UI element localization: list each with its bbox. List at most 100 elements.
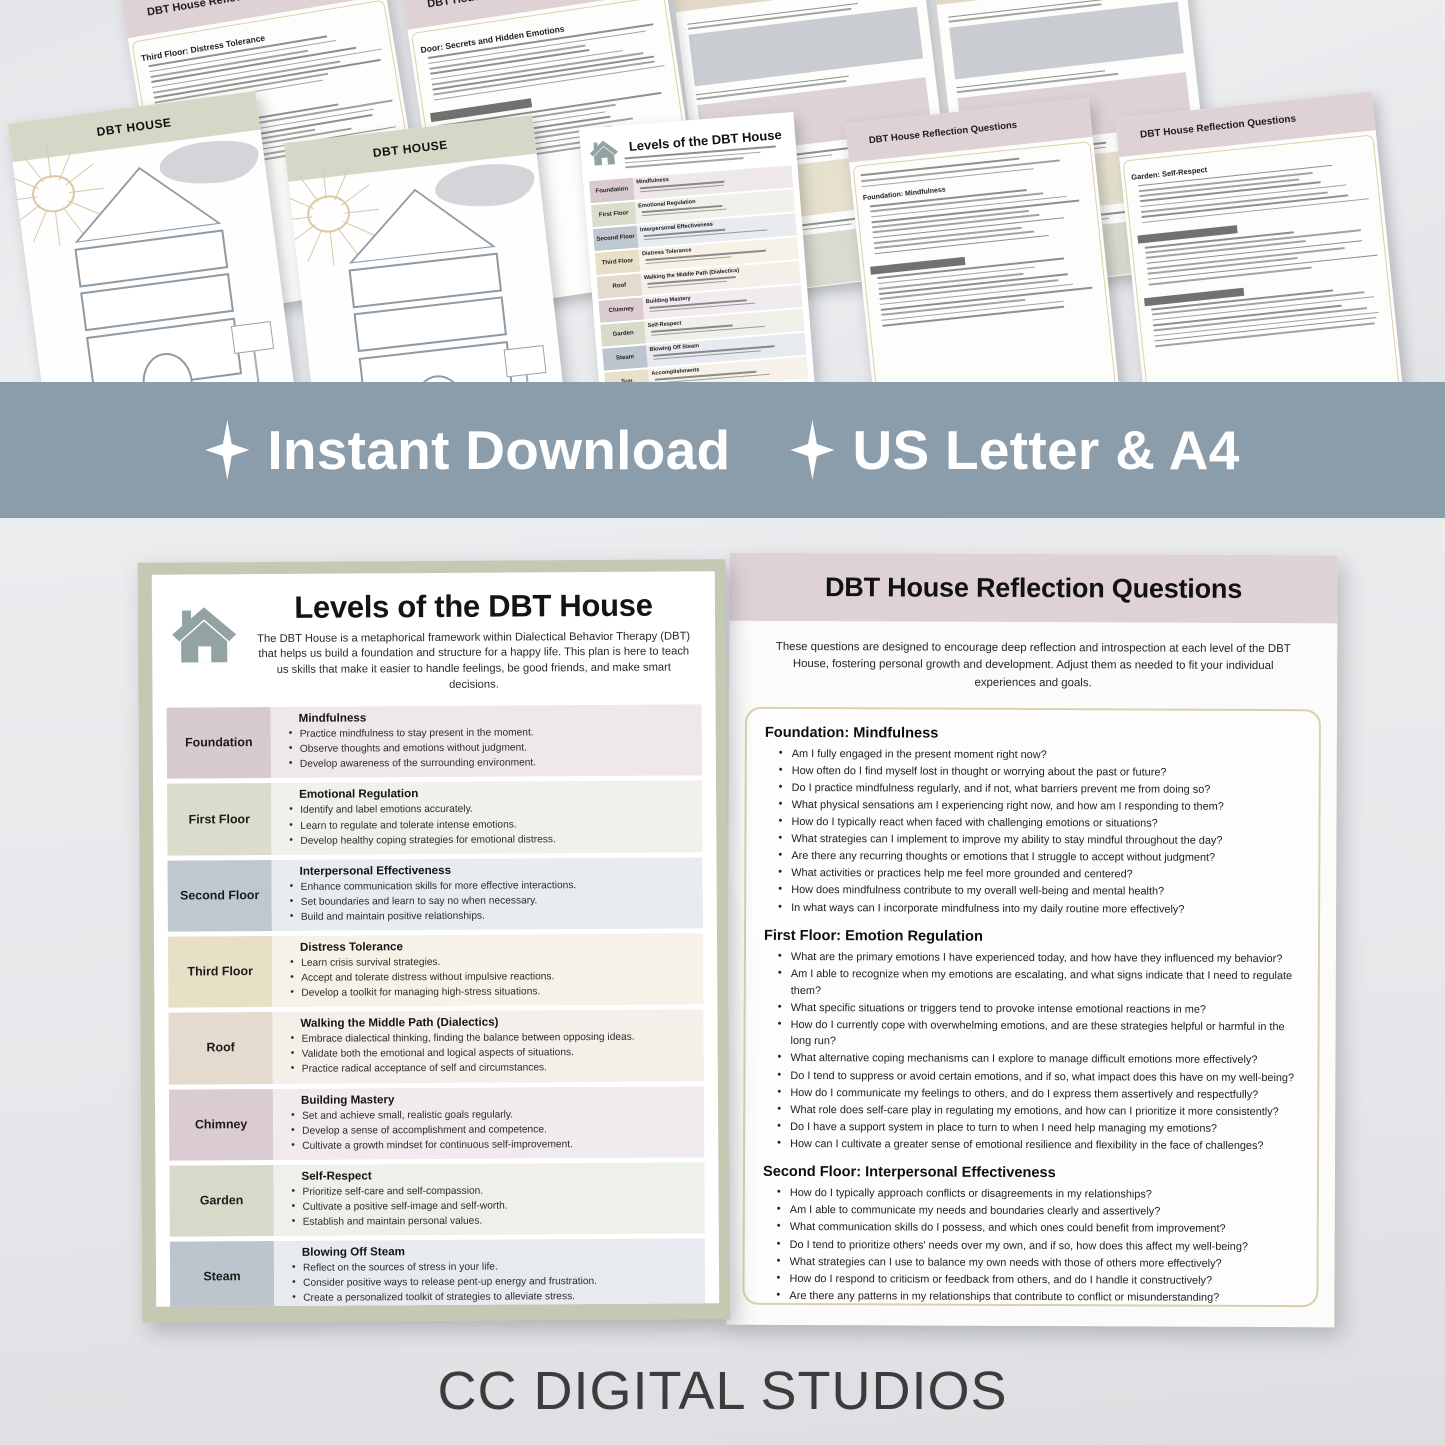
reflection-section-heading: Foundation: Mindfulness xyxy=(765,725,1303,743)
levels-of-the-dbt-house-page: Levels of the DBT House The DBT House is… xyxy=(138,559,731,1323)
worksheet-canvas xyxy=(13,130,295,382)
level-label: Roof xyxy=(168,1012,272,1084)
reflection-question: What alternative coping mechanisms can I… xyxy=(777,1050,1301,1069)
skill-bullet: Create a personalized toolkit of strateg… xyxy=(292,1289,697,1307)
reflection-question: What are the primary emotions I have exp… xyxy=(778,949,1302,968)
thumbnail-level-label: Sun xyxy=(604,369,650,382)
reflection-question-list: What are the primary emotions I have exp… xyxy=(763,949,1302,1155)
thumbnail-title: DBT HOUSE xyxy=(372,137,448,159)
level-label: Chimney xyxy=(169,1089,273,1161)
thumbnail-level-label: Garden xyxy=(600,321,646,346)
skill-title: Mindfulness xyxy=(289,710,694,725)
reflection-question: How do I communicate my feelings to othe… xyxy=(777,1084,1301,1103)
thumbnail-section-heading xyxy=(1137,225,1237,243)
thumbnail-panel: Foundation: Mindfulness xyxy=(852,141,1120,382)
skill-title: Distress Tolerance xyxy=(290,938,695,953)
thumbnail-level-label: Roof xyxy=(597,273,643,298)
reflection-question: What role does self-care play in regulat… xyxy=(777,1102,1301,1121)
level-content: Interpersonal EffectivenessEnhance commu… xyxy=(272,857,703,931)
collage-thumbnail: DBT House Reflection Questions Foundation… xyxy=(845,98,1120,382)
reflection-question: How do I build trust and maintain health… xyxy=(776,1305,1300,1308)
house-icon xyxy=(588,138,620,173)
level-label: Foundation xyxy=(167,707,271,779)
skill-bullet-list: Prioritize self-care and self-compassion… xyxy=(291,1182,696,1230)
reflection-section-heading: Second Floor: Interpersonal Effectivenes… xyxy=(763,1164,1301,1182)
thumbnail-panel: Garden: Self-Respect xyxy=(1123,134,1403,382)
sign-post xyxy=(525,375,531,382)
reflection-question: What activities or practices help me fee… xyxy=(778,865,1302,884)
page-intro: These questions are designed to encourag… xyxy=(729,621,1337,708)
level-row: Foundation MindfulnessPractice mindfulnes… xyxy=(167,705,702,780)
level-label: Second Floor xyxy=(168,860,272,932)
levels-page-header: Levels of the DBT House The DBT House is… xyxy=(166,585,702,707)
skill-bullet-list: Identify and label emotions accurately.L… xyxy=(289,801,694,849)
reflection-section: Second Floor: Interpersonal Effectivenes… xyxy=(762,1164,1301,1307)
reflection-question: Do I practice mindfulness regularly, and… xyxy=(779,780,1303,799)
sun-ray xyxy=(55,210,61,245)
skill-bullet: Develop a toolkit for managing high-stre… xyxy=(290,984,695,1002)
reflection-section: Foundation: Mindfulness Am I fully engage… xyxy=(764,725,1303,918)
level-row: GardenSelf-RespectPrioritize self-care a… xyxy=(169,1162,704,1237)
brand-footer: CC DIGITAL STUDIOS xyxy=(0,1336,1445,1445)
reflection-question: What strategies can I use to balance my … xyxy=(777,1253,1301,1272)
thumbnail-title: DBT House Reflection Questions xyxy=(1140,113,1297,140)
level-label: First Floor xyxy=(167,783,271,855)
levels-page-headtext: Levels of the DBT House The DBT House is… xyxy=(248,589,700,695)
banner-item-paper-size: US Letter & A4 xyxy=(790,418,1239,482)
skill-title: Blowing Off Steam xyxy=(292,1244,697,1259)
reflection-question: Am I fully engaged in the present moment… xyxy=(779,746,1303,765)
thumbnail-title: DBT House Reflection Questions xyxy=(868,120,1017,146)
level-label: Third Floor xyxy=(168,936,272,1008)
main-preview-stage: Levels of the DBT House The DBT House is… xyxy=(0,518,1445,1445)
reflection-question: How do I currently cope with overwhelmin… xyxy=(778,1017,1302,1052)
thumbnail-level-label: Third Floor xyxy=(595,250,641,275)
level-content: Distress ToleranceLearn crisis survival … xyxy=(272,933,703,1007)
reflection-question: Do I tend to prioritize others' needs ov… xyxy=(777,1236,1301,1255)
reflection-question: Are there any patterns in my relationshi… xyxy=(776,1288,1300,1307)
level-content: Blowing Off SteamReflect on the sources … xyxy=(274,1238,705,1306)
thumbnail-level-label: Foundation xyxy=(589,178,635,203)
thumbnail-headtext: Levels of the DBT House xyxy=(623,127,789,168)
reflection-question: Am I able to recognize when my emotions … xyxy=(778,966,1302,1001)
skill-bullet-list: Enhance communication skills for more ef… xyxy=(290,877,695,925)
reflection-question-list: Am I fully engaged in the present moment… xyxy=(764,746,1303,918)
skill-bullet: Develop healthy coping strategies for em… xyxy=(289,831,694,849)
level-label: Steam xyxy=(170,1241,274,1307)
skill-bullet: Build and maintain positive relationship… xyxy=(290,907,695,925)
reflection-question: What specific situations or triggers ten… xyxy=(778,1000,1302,1019)
levels-table: Foundation MindfulnessPractice mindfulnes… xyxy=(167,705,707,1307)
skill-bullet: Cultivate a growth mindset for continuou… xyxy=(291,1136,696,1154)
reflection-title-band: DBT House Reflection Questions xyxy=(729,553,1337,624)
skill-bullet: Develop awareness of the surrounding env… xyxy=(289,755,694,773)
page-title: DBT House Reflection Questions xyxy=(825,572,1242,605)
reflection-question: Am I able to communicate my needs and bo… xyxy=(777,1202,1301,1221)
sign-shape xyxy=(231,320,274,354)
reflection-panel: Foundation: Mindfulness Am I fully engage… xyxy=(742,707,1321,1308)
reflection-question: Do I tend to suppress or avoid certain e… xyxy=(777,1067,1301,1086)
worksheet-canvas xyxy=(288,154,566,382)
sign-post xyxy=(253,351,260,382)
level-content: Walking the Middle Path (Dialectics)Embr… xyxy=(272,1010,703,1084)
reflection-question: What physical sensations am I experienci… xyxy=(779,797,1303,816)
skill-bullet-list: Practice mindfulness to stay present in … xyxy=(289,725,694,773)
sun-ray xyxy=(308,229,323,261)
level-content: Emotional RegulationIdentify and label e… xyxy=(271,781,702,855)
skill-bullet: Establish and maintain personal values. xyxy=(292,1212,697,1230)
level-row: Second FloorInterpersonal EffectivenessE… xyxy=(168,857,703,932)
thumbnail-level-label: Steam xyxy=(602,345,648,370)
collage-thumbnail: DBT House Reflection Questions Garden: Se… xyxy=(1115,91,1403,382)
level-content: Self-RespectPrioritize self-care and sel… xyxy=(273,1162,704,1236)
sun-ray xyxy=(330,230,335,265)
collage-thumbnail: DBT HOUSE xyxy=(284,115,566,382)
level-label: Garden xyxy=(169,1165,273,1237)
roof-shape xyxy=(65,157,223,244)
thumbnail-title: DBT HOUSE xyxy=(96,115,172,139)
skill-title: Building Mastery xyxy=(291,1091,696,1106)
sun-ray xyxy=(33,209,47,242)
reflection-question: How do I typically react when faced with… xyxy=(778,814,1302,833)
skill-bullet-list: Learn crisis survival strategies.Accept … xyxy=(290,953,695,1001)
reflection-section-heading: First Floor: Emotion Regulation xyxy=(764,928,1302,946)
sparkle-icon xyxy=(205,420,249,480)
level-row: First FloorEmotional RegulationIdentify … xyxy=(167,781,702,856)
reflection-question: What strategies can I implement to impro… xyxy=(778,831,1302,850)
